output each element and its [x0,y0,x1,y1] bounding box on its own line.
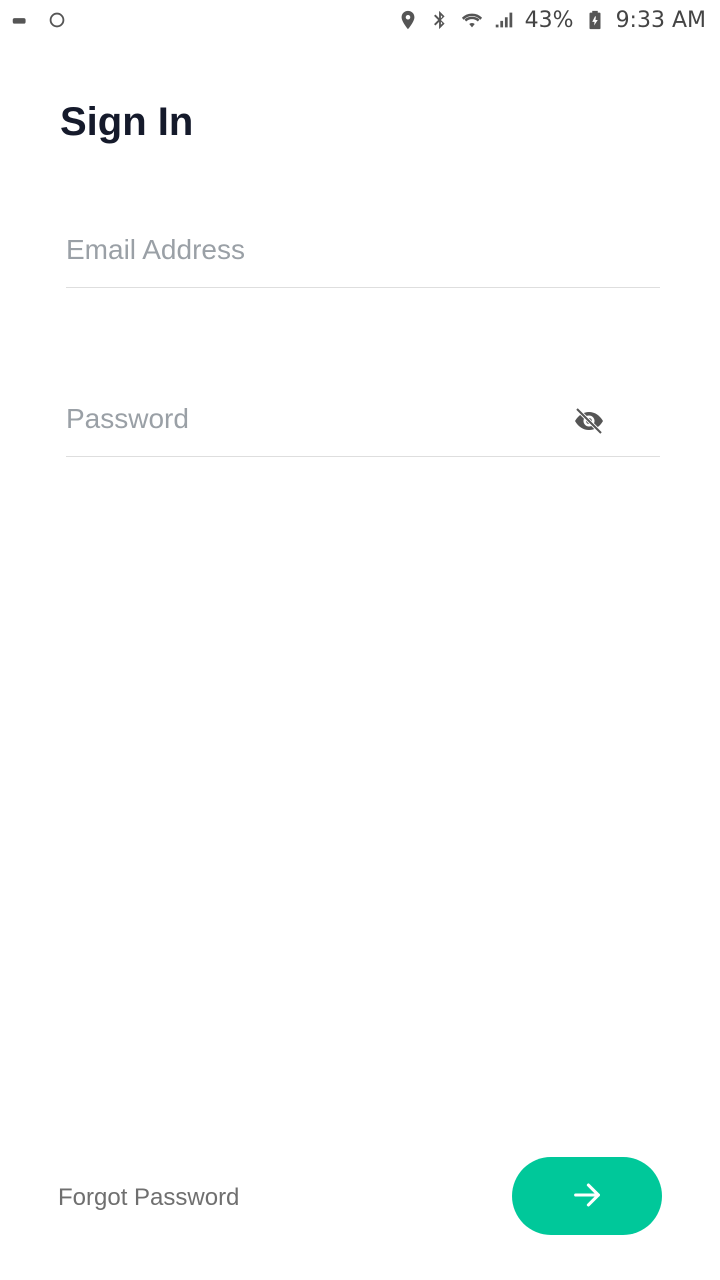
page-title: Sign In [60,100,194,144]
password-field-container [66,401,660,457]
arrow-right-icon [570,1178,604,1215]
bluetooth-icon [429,9,451,31]
clock: 9:33 AM [615,7,706,33]
eye-off-icon[interactable] [572,405,606,437]
notification-icon [10,9,32,31]
forgot-password-link[interactable]: Forgot Password [58,1184,239,1212]
email-field[interactable] [66,232,660,266]
status-bar: 43% 9:33 AM [0,0,720,40]
wifi-icon [461,9,483,31]
status-right: 43% 9:33 AM [397,8,706,33]
battery-icon [584,9,606,31]
status-left [10,6,68,34]
next-button[interactable] [512,1157,662,1235]
battery-percent: 43% [524,7,574,33]
sync-icon [46,9,68,31]
password-field[interactable] [66,401,660,435]
email-field-container [66,232,660,288]
location-icon [397,9,419,31]
signal-icon [493,9,515,31]
